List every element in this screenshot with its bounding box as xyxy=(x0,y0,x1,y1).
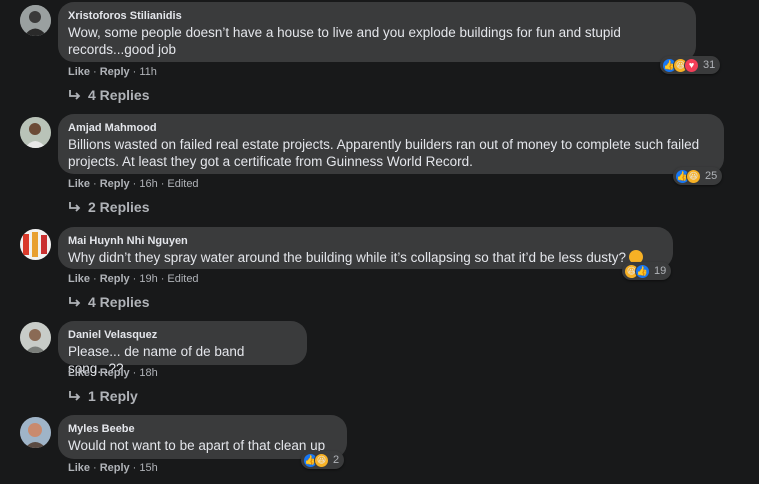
comment-text-content: Why didn’t they spray water around the b… xyxy=(68,250,627,265)
comment-text: Billions wasted on failed real estate pr… xyxy=(68,137,700,169)
comment-author[interactable]: Mai Huynh Nhi Nguyen xyxy=(68,234,663,248)
edited-label: Edited xyxy=(167,178,199,190)
separator: · xyxy=(132,367,137,379)
comment-time[interactable]: 16h xyxy=(139,178,157,190)
separator: · xyxy=(93,66,97,78)
avatar[interactable] xyxy=(20,117,51,148)
reaction-summary[interactable]: 👍 😆 ♥ 31 xyxy=(660,56,721,74)
reaction-count: 19 xyxy=(654,265,667,277)
comment-bubble: Amjad Mahmood Billions wasted on failed … xyxy=(58,114,724,174)
replies-count: 1 Reply xyxy=(88,388,138,404)
separator: · xyxy=(132,273,137,285)
comment-bubble: Xristoforos Stilianidis Wow, some people… xyxy=(58,2,696,62)
reaction-count: 25 xyxy=(705,170,718,182)
comment-actions: Like · Reply · 18h xyxy=(68,366,158,380)
reply-arrow-icon xyxy=(69,391,81,401)
replies-count: 4 Replies xyxy=(88,87,150,103)
comment-author[interactable]: Myles Beebe xyxy=(68,422,337,436)
comment-actions: Like · Reply · 19h · Edited xyxy=(68,272,199,286)
comment-author[interactable]: Amjad Mahmood xyxy=(68,121,714,135)
comment-bubble: Mai Huynh Nhi Nguyen Why didn’t they spr… xyxy=(58,227,673,269)
comment-author[interactable]: Xristoforos Stilianidis xyxy=(68,9,686,23)
love-icon: ♥ xyxy=(684,57,699,73)
comment-actions: Like · Reply · 11h xyxy=(68,65,157,79)
comment-time[interactable]: 11h xyxy=(139,66,157,78)
separator: · xyxy=(132,462,137,474)
like-link[interactable]: Like xyxy=(68,367,90,379)
reply-link[interactable]: Reply xyxy=(100,273,130,285)
reaction-summary[interactable]: 👍 😆 25 xyxy=(673,167,723,185)
reply-link[interactable]: Reply xyxy=(100,462,130,474)
reaction-count: 2 xyxy=(333,454,340,466)
comment-time[interactable]: 18h xyxy=(139,367,157,379)
separator: · xyxy=(93,273,97,285)
haha-icon: 😆 xyxy=(686,168,701,184)
reaction-summary[interactable]: 👍 😆 2 xyxy=(301,451,345,469)
reply-arrow-icon xyxy=(69,297,81,307)
separator: · xyxy=(160,273,165,285)
comment-author[interactable]: Daniel Velasquez xyxy=(68,328,297,342)
reaction-summary[interactable]: 😆 👍 19 xyxy=(622,262,672,280)
avatar[interactable] xyxy=(20,322,51,353)
comment-actions: Like · Reply · 15h xyxy=(68,461,158,475)
comment-time[interactable]: 15h xyxy=(139,462,157,474)
separator: · xyxy=(160,178,165,190)
comment-text: Would not want to be apart of that clean… xyxy=(68,438,326,453)
comment-actions: Like · Reply · 16h · Edited xyxy=(68,177,199,191)
like-link[interactable]: Like xyxy=(68,273,90,285)
avatar[interactable] xyxy=(20,229,51,260)
view-replies-link[interactable]: 4 Replies xyxy=(68,293,149,311)
reply-arrow-icon xyxy=(69,90,81,100)
like-link[interactable]: Like xyxy=(68,462,90,474)
view-replies-link[interactable]: 2 Replies xyxy=(68,198,149,216)
like-link[interactable]: Like xyxy=(68,178,90,190)
reaction-count: 31 xyxy=(703,59,716,71)
comment-bubble: Daniel Velasquez Please... de name of de… xyxy=(58,321,307,376)
haha-icon: 😆 xyxy=(314,452,329,468)
separator: · xyxy=(93,367,97,379)
reply-link[interactable]: Reply xyxy=(100,178,130,190)
avatar[interactable] xyxy=(20,5,51,36)
reply-arrow-icon xyxy=(69,202,81,212)
view-replies-link[interactable]: 1 Reply xyxy=(68,387,138,405)
view-replies-link[interactable]: 4 Replies xyxy=(68,86,149,104)
like-link[interactable]: Like xyxy=(68,66,90,78)
avatar[interactable] xyxy=(20,417,51,448)
reply-link[interactable]: Reply xyxy=(100,367,130,379)
separator: · xyxy=(93,462,97,474)
edited-label: Edited xyxy=(167,273,199,285)
comment-text: Wow, some people doesn’t have a house to… xyxy=(68,25,621,57)
comment-time[interactable]: 19h xyxy=(139,273,157,285)
replies-count: 2 Replies xyxy=(88,199,150,215)
like-icon: 👍 xyxy=(635,263,650,279)
replies-count: 4 Replies xyxy=(88,294,150,310)
separator: · xyxy=(132,178,137,190)
reply-link[interactable]: Reply xyxy=(100,66,130,78)
comment-text: Why didn’t they spray water around the b… xyxy=(68,249,663,266)
separator: · xyxy=(93,178,97,190)
separator: · xyxy=(132,66,137,78)
